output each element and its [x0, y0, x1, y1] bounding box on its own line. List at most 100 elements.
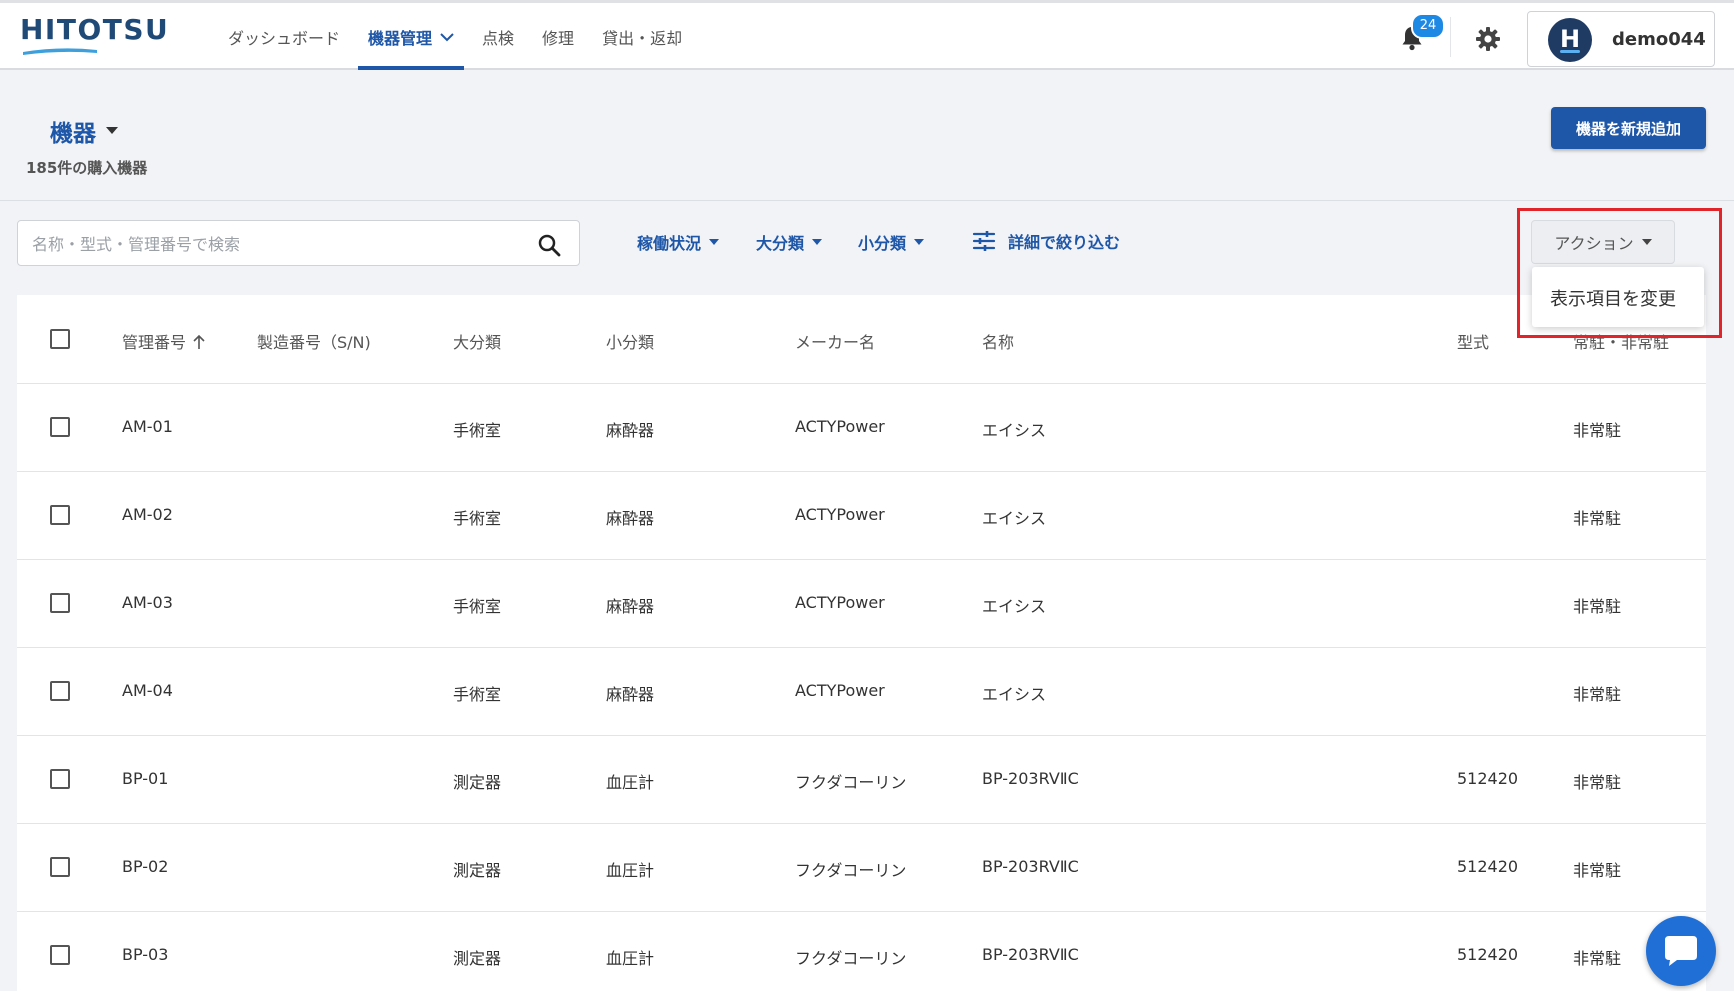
table-header: 管理番号 製造番号（S/N) 大分類 小分類 メーカー名 名称 型式 常駐・非常… [17, 295, 1706, 384]
cell-id: AM-02 [122, 505, 173, 524]
cell-name: エイシス [982, 597, 1047, 616]
search-box [17, 220, 580, 266]
detail-filter-button[interactable]: 詳細で絞り込む [972, 229, 1120, 253]
caret-down-icon [914, 239, 925, 245]
main-nav: ダッシュボード 機器管理 点検 修理 貸出・返却 [218, 3, 700, 70]
status-filter[interactable]: 稼働状況 [637, 230, 720, 254]
cell-major: 手術室 [453, 421, 502, 440]
header-divider [1450, 17, 1451, 57]
cell-resident: 非常駐 [1573, 861, 1622, 880]
nav-equipment-management[interactable]: 機器管理 [358, 3, 465, 70]
page-title-text: 機器 [50, 121, 96, 147]
logo-text: HITOTSU [20, 13, 170, 46]
column-header-model[interactable]: 型式 [1457, 329, 1489, 353]
page-title[interactable]: 機器 [50, 114, 118, 148]
minor-category-filter[interactable]: 小分類 [858, 230, 925, 254]
logo[interactable]: HITOTSU [20, 13, 170, 55]
row-checkbox[interactable] [50, 681, 70, 701]
cell-name: BP-203RVⅡC [982, 769, 1079, 788]
column-header-maker[interactable]: メーカー名 [795, 329, 875, 353]
table-row[interactable]: BP-02 測定器 血圧計 フクダコーリン BP-203RVⅡC 512420 … [17, 823, 1706, 912]
cell-name: BP-203RVⅡC [982, 857, 1079, 876]
cell-maker: ACTYPower [795, 505, 885, 524]
table-row[interactable]: AM-04 手術室 麻酔器 ACTYPower エイシス 非常駐 [17, 647, 1706, 736]
cell-resident: 非常駐 [1573, 949, 1622, 968]
caret-down-icon [709, 239, 720, 245]
cell-resident: 非常駐 [1573, 421, 1622, 440]
nav-lending[interactable]: 貸出・返却 [592, 3, 692, 70]
action-button[interactable]: アクション [1531, 220, 1675, 264]
table-row[interactable]: BP-01 測定器 血圧計 フクダコーリン BP-203RVⅡC 512420 … [17, 735, 1706, 824]
action-button-label: アクション [1554, 234, 1634, 253]
chevron-down-icon [440, 32, 454, 41]
column-header-name[interactable]: 名称 [982, 329, 1014, 353]
cell-minor: 麻酔器 [606, 509, 655, 528]
major-category-filter[interactable]: 大分類 [756, 230, 823, 254]
row-checkbox[interactable] [50, 505, 70, 525]
table-row[interactable]: AM-03 手術室 麻酔器 ACTYPower エイシス 非常駐 [17, 559, 1706, 648]
user-menu[interactable]: H demo044 [1527, 11, 1715, 67]
chat-button[interactable] [1646, 916, 1716, 986]
cell-name: エイシス [982, 685, 1047, 704]
cell-minor: 麻酔器 [606, 597, 655, 616]
gear-icon[interactable] [1475, 26, 1501, 52]
table-row[interactable]: BP-03 測定器 血圧計 フクダコーリン BP-203RVⅡC 512420 … [17, 911, 1706, 991]
cell-resident: 非常駐 [1573, 597, 1622, 616]
column-header-minor[interactable]: 小分類 [606, 329, 654, 353]
cell-name: エイシス [982, 421, 1047, 440]
cell-maker: フクダコーリン [795, 861, 907, 880]
caret-down-icon [106, 127, 118, 134]
nav-repair[interactable]: 修理 [532, 3, 584, 70]
top-bar: HITOTSU ダッシュボード 機器管理 点検 修理 貸出・返却 24 H de… [0, 0, 1734, 70]
cell-major: 手術室 [453, 597, 502, 616]
column-header-resident[interactable]: 常駐・非常駐 [1573, 329, 1669, 353]
select-all-checkbox[interactable] [50, 329, 70, 349]
cell-maker: フクダコーリン [795, 773, 907, 792]
cell-model: 512420 [1457, 945, 1519, 964]
table-row[interactable]: AM-01 手術室 麻酔器 ACTYPower エイシス 非常駐 [17, 383, 1706, 472]
username: demo044 [1612, 29, 1706, 50]
cell-major: 手術室 [453, 685, 502, 704]
cell-id: AM-01 [122, 417, 173, 436]
caret-down-icon [812, 239, 823, 245]
row-checkbox[interactable] [50, 769, 70, 789]
status-filter-label: 稼働状況 [637, 234, 702, 253]
nav-inspection[interactable]: 点検 [472, 3, 524, 70]
column-header-major[interactable]: 大分類 [453, 329, 501, 353]
cell-name: エイシス [982, 509, 1047, 528]
nav-lending-label: 貸出・返却 [602, 28, 683, 48]
cell-major: 測定器 [453, 773, 502, 792]
avatar-underline [1560, 50, 1580, 53]
menu-item-change-columns[interactable]: 表示項目を変更 [1550, 285, 1676, 311]
column-header-serial[interactable]: 製造番号（S/N) [257, 329, 371, 353]
cell-maker: ACTYPower [795, 681, 885, 700]
row-checkbox[interactable] [50, 857, 70, 877]
row-checkbox[interactable] [50, 945, 70, 965]
sliders-icon [972, 231, 996, 251]
nav-inspection-label: 点検 [482, 28, 515, 48]
detail-filter-label: 詳細で絞り込む [1008, 233, 1121, 252]
search-icon[interactable] [537, 233, 561, 257]
cell-id: BP-03 [122, 945, 169, 964]
nav-equipment-label: 機器管理 [368, 28, 433, 48]
cell-resident: 非常駐 [1573, 773, 1622, 792]
cell-model: 512420 [1457, 857, 1519, 876]
search-input[interactable] [30, 231, 534, 257]
cell-id: AM-04 [122, 681, 173, 700]
major-filter-label: 大分類 [756, 234, 805, 253]
notification-badge: 24 [1411, 13, 1445, 39]
equipment-count: 185件の購入機器 [26, 159, 148, 177]
nav-dashboard-label: ダッシュボード [228, 28, 341, 48]
row-checkbox[interactable] [50, 593, 70, 613]
cell-minor: 血圧計 [606, 861, 655, 880]
cell-resident: 非常駐 [1573, 509, 1622, 528]
table-row[interactable]: AM-02 手術室 麻酔器 ACTYPower エイシス 非常駐 [17, 471, 1706, 560]
row-checkbox[interactable] [50, 417, 70, 437]
nav-dashboard[interactable]: ダッシュボード [218, 3, 350, 70]
cell-major: 手術室 [453, 509, 502, 528]
cell-id: AM-03 [122, 593, 173, 612]
column-header-id[interactable]: 管理番号 [122, 329, 206, 353]
add-equipment-button[interactable]: 機器を新規追加 [1551, 107, 1706, 149]
chat-bubble-icon [1665, 936, 1697, 966]
caret-down-icon [1641, 239, 1652, 245]
